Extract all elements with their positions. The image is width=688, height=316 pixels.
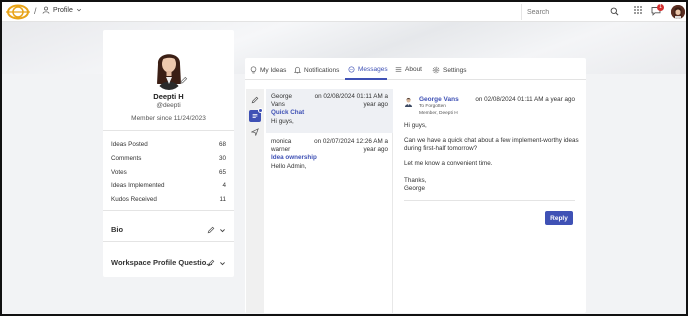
- tab-label: Messages: [358, 66, 388, 73]
- profile-handle: @deepti: [156, 102, 181, 109]
- compose-icon: [251, 96, 259, 104]
- message-signature: George: [404, 185, 426, 192]
- tab-about[interactable]: About: [395, 66, 422, 73]
- inbox-icon: [252, 114, 258, 118]
- apps-grid-icon[interactable]: [633, 5, 643, 15]
- bulb-icon: [250, 66, 257, 74]
- bio-section-actions: [207, 226, 226, 234]
- notification-badge: 1: [657, 4, 664, 11]
- search-box[interactable]: [521, 4, 625, 20]
- workspace-profile-section-title[interactable]: Workspace Profile Questio...: [111, 258, 213, 267]
- conversation-subject[interactable]: Quick Chat: [271, 109, 388, 117]
- profile-tabs: My Ideas Notifications Messages About Se…: [245, 58, 586, 80]
- reply-button[interactable]: Reply: [545, 211, 573, 225]
- inbox-unread-dot: [258, 108, 263, 113]
- user-icon: [42, 6, 50, 14]
- message-recipient: To Forgotten: [419, 104, 446, 109]
- chevron-down-icon[interactable]: [219, 227, 226, 234]
- stat-label: Kudos Received: [111, 196, 157, 203]
- stat-kudos-received: Kudos Received 11: [111, 196, 226, 203]
- chevron-down-icon[interactable]: [219, 260, 226, 267]
- stat-label: Votes: [111, 169, 127, 176]
- conversation-subject[interactable]: Idea ownership: [271, 154, 388, 162]
- conversation-sender: George Vans: [271, 93, 293, 109]
- member-since: Member since 11/24/2023: [131, 115, 206, 122]
- conversation-sender: monica warner: [271, 138, 292, 154]
- conversation-date: on 02/07/2024 12:26 AM a year ago: [314, 138, 388, 154]
- top-navigation-bar: / Profile Search 1: [2, 2, 686, 22]
- stat-value: 4: [222, 182, 226, 189]
- stat-ideas-posted: Ideas Posted 68: [111, 141, 226, 148]
- chevron-down-icon: [76, 8, 81, 12]
- profile-menu[interactable]: Profile: [42, 6, 82, 14]
- breadcrumb-separator: /: [34, 6, 37, 16]
- conversation-item[interactable]: George Vans on 02/08/2024 01:11 AM a yea…: [266, 89, 393, 133]
- conversation-preview: Hello Admin,: [271, 162, 307, 170]
- tab-settings[interactable]: Settings: [432, 66, 467, 74]
- stat-value: 65: [218, 169, 226, 176]
- profile-card: Deepti H @deepti Member since 11/24/2023…: [103, 30, 234, 277]
- stat-ideas-implemented: Ideas Implemented 4: [111, 182, 226, 189]
- tab-label: Settings: [443, 66, 467, 74]
- list-icon: [395, 67, 402, 72]
- message-signoff: Thanks,: [404, 177, 427, 184]
- search-input[interactable]: [527, 8, 607, 16]
- stat-label: Comments: [111, 155, 142, 162]
- conversation-header: George Vans on 02/08/2024 01:11 AM a yea…: [271, 93, 388, 109]
- stat-value: 30: [218, 155, 226, 162]
- avatar-image: [671, 5, 685, 19]
- conversation-preview: Hi guys,: [271, 117, 294, 125]
- compose-message-button[interactable]: [249, 94, 261, 106]
- tab-label: Notifications: [304, 66, 340, 74]
- sent-messages-button[interactable]: [249, 126, 261, 138]
- profile-name: Deepti H: [153, 92, 184, 101]
- tab-my-ideas[interactable]: My Ideas: [250, 66, 286, 74]
- stat-comments: Comments 30: [111, 155, 226, 162]
- chat-icon: [348, 66, 355, 73]
- message-date: on 02/08/2024 01:11 AM a year ago: [475, 96, 575, 103]
- workspace-section-actions: [207, 259, 226, 267]
- message-closing-request: Let me know a convenient time.: [404, 160, 493, 167]
- message-sender-name[interactable]: George Vans: [419, 96, 459, 103]
- stat-value: 68: [218, 141, 226, 148]
- user-avatar[interactable]: [671, 5, 685, 19]
- conversation-header: monica warner on 02/07/2024 12:26 AM a y…: [271, 138, 388, 154]
- sender-avatar: [404, 97, 413, 107]
- message-member-line: Member, Deepti H: [419, 111, 458, 116]
- send-icon: [251, 128, 259, 136]
- stat-votes: Votes 65: [111, 169, 226, 176]
- conversation-item[interactable]: monica warner on 02/07/2024 12:26 AM a y…: [266, 134, 393, 178]
- app-window: / Profile Search 1 Deepti H @deepti Memb…: [0, 0, 688, 316]
- profile-menu-label: Profile: [53, 6, 73, 14]
- stat-value: 11: [219, 196, 226, 203]
- conversation-list: George Vans on 02/08/2024 01:11 AM a yea…: [266, 89, 393, 313]
- message-body: Can we have a quick chat about a few imp…: [404, 137, 579, 153]
- tab-notifications[interactable]: Notifications: [294, 66, 339, 74]
- stats-divider: [103, 210, 234, 211]
- message-greeting: Hi guys,: [404, 122, 427, 129]
- edit-workspace-icon[interactable]: [207, 259, 215, 267]
- tab-messages[interactable]: Messages: [348, 66, 388, 73]
- tab-label: My Ideas: [260, 66, 287, 74]
- bio-section-title[interactable]: Bio: [111, 225, 123, 234]
- conversation-date: on 02/08/2024 01:11 AM a year ago: [314, 93, 388, 109]
- tab-label: About: [405, 66, 422, 73]
- message-detail: George Vans on 02/08/2024 01:11 AM a yea…: [397, 89, 582, 313]
- messages-action-rail: [246, 89, 264, 313]
- stat-label: Ideas Implemented: [111, 182, 165, 189]
- bio-divider: [103, 241, 234, 242]
- edit-avatar-icon[interactable]: [179, 76, 188, 85]
- profile-divider: [103, 130, 234, 131]
- message-divider: [404, 200, 575, 201]
- company-logo[interactable]: [6, 4, 30, 20]
- search-icon[interactable]: [610, 7, 619, 16]
- edit-bio-icon[interactable]: [207, 226, 215, 234]
- stat-label: Ideas Posted: [111, 141, 148, 148]
- main-content-card: My Ideas Notifications Messages About Se…: [245, 58, 586, 313]
- bell-icon: [294, 66, 301, 74]
- gear-icon: [432, 66, 440, 74]
- active-tab-indicator: [345, 78, 387, 80]
